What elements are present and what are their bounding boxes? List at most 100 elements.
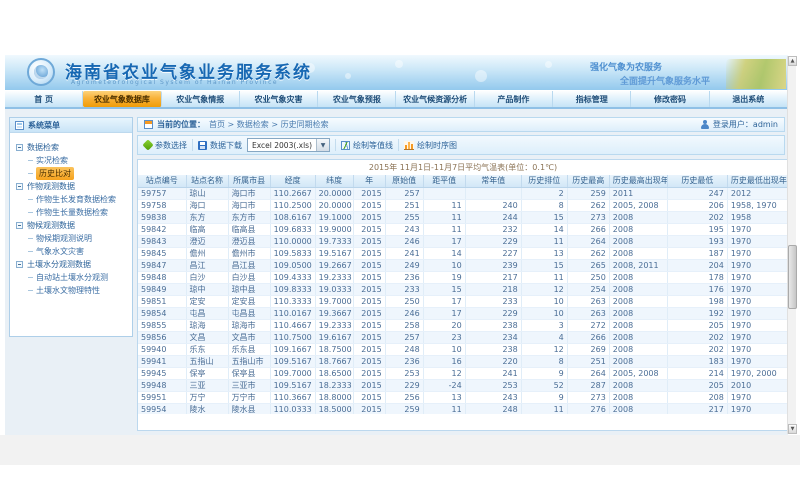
table-row[interactable]: 59948三亚三亚市109.516718.23332015229-2425352… xyxy=(138,379,788,391)
scrollbar-thumb[interactable] xyxy=(788,245,797,309)
table-cell: 9 xyxy=(521,367,567,379)
table-cell: 192 xyxy=(667,307,727,319)
table-cell: 229 xyxy=(465,307,521,319)
nav-tab-10[interactable]: 退出系统 xyxy=(710,91,788,107)
draw-contour-button[interactable]: 绘制等值线 xyxy=(341,140,393,151)
param-select-button[interactable]: 参数选择 xyxy=(144,140,187,151)
table-cell: 183 xyxy=(667,355,727,367)
table-cell: 保亭县 xyxy=(228,367,270,379)
table-row[interactable]: 59838东方东方市108.616719.1000201525511244152… xyxy=(138,211,788,223)
collapse-icon[interactable] xyxy=(16,144,23,151)
column-header[interactable]: 年 xyxy=(353,175,385,187)
sidebar-item[interactable]: 历史比对 xyxy=(16,167,128,180)
table-row[interactable]: 59848白沙白沙县109.433319.2333201523619217112… xyxy=(138,271,788,283)
table-row[interactable]: 59941五指山五指山市109.516718.76672015236162208… xyxy=(138,355,788,367)
nav-tab-1[interactable]: 首 页 xyxy=(5,91,83,107)
table-cell xyxy=(465,187,521,199)
table-cell: 20.0000 xyxy=(315,199,353,211)
nav-tab-6[interactable]: 农业气候资源分析 xyxy=(396,91,474,107)
sidebar-item[interactable]: 作物生长量数据检索 xyxy=(16,206,128,219)
table-row[interactable]: 59849琼中琼中县109.833319.0333201523315218122… xyxy=(138,283,788,295)
scroll-up-icon[interactable]: ▲ xyxy=(788,56,797,66)
column-header[interactable]: 常年值 xyxy=(465,175,521,187)
table-row[interactable]: 59842临高临高县109.683319.9000201524311232142… xyxy=(138,223,788,235)
table-cell: 三亚 xyxy=(186,379,228,391)
sidebar-item[interactable]: 自动站土壤水分观测 xyxy=(16,271,128,284)
sidebar-item[interactable]: 物候期观测说明 xyxy=(16,232,128,245)
sidebar-item-label: 物候期观测说明 xyxy=(36,233,92,244)
table-row[interactable]: 59847昌江昌江县109.050019.2667201524910239152… xyxy=(138,259,788,271)
sidebar-item[interactable]: 气象水文灾害 xyxy=(16,245,128,258)
data-download-button[interactable]: 数据下载 xyxy=(198,140,242,151)
vertical-scrollbar[interactable]: ▲ ▼ xyxy=(787,56,796,434)
breadcrumb[interactable]: 首页 > 数据检索 > 历史同期检索 xyxy=(209,119,329,130)
table-row[interactable]: 59757琼山海口市110.266720.0000201525722592011… xyxy=(138,187,788,199)
table-cell: 59856 xyxy=(138,331,186,343)
column-header[interactable]: 站点编号 xyxy=(138,175,186,187)
table-row[interactable]: 59856文昌文昌市110.750019.6167201525723234426… xyxy=(138,331,788,343)
table-row[interactable]: 59945保亭保亭县109.700018.6500201525312241926… xyxy=(138,367,788,379)
table-cell: 248 xyxy=(385,343,423,355)
table-cell: 265 xyxy=(567,259,609,271)
sidebar-item[interactable]: 实况检索 xyxy=(16,154,128,167)
sidebar-item[interactable]: 土壤水文物理特性 xyxy=(16,284,128,297)
sidebar-group[interactable]: 数据检索 xyxy=(16,141,128,154)
table-cell: 247 xyxy=(667,187,727,199)
column-header[interactable]: 站点名称 xyxy=(186,175,228,187)
table-row[interactable]: 59758海口海口市110.250020.0000201525111240826… xyxy=(138,199,788,211)
table-cell: 234 xyxy=(465,331,521,343)
nav-tab-5[interactable]: 农业气象预报 xyxy=(318,91,396,107)
sidebar-group[interactable]: 作物观测数据 xyxy=(16,180,128,193)
table-row[interactable]: 59855琼海琼海市110.466719.2333201525820238327… xyxy=(138,319,788,331)
table-row[interactable]: 59854屯昌屯昌县110.016719.3667201524617229102… xyxy=(138,307,788,319)
column-header[interactable]: 历史最高出现年份 xyxy=(609,175,667,187)
sidebar-group[interactable]: 土壤水分观测数据 xyxy=(16,258,128,271)
draw-timeseries-button[interactable]: 绘制时序图 xyxy=(404,140,457,151)
table-cell: 249 xyxy=(385,259,423,271)
sidebar-item[interactable]: 作物生长发育数据检索 xyxy=(16,193,128,206)
table-row[interactable]: 59940乐东乐东县109.166718.7500201524810238122… xyxy=(138,343,788,355)
table-cell: 1970 xyxy=(727,271,788,283)
table-cell xyxy=(423,187,465,199)
table-row[interactable]: 59951万宁万宁市110.366718.8000201525613243927… xyxy=(138,391,788,403)
table-cell: 109.1667 xyxy=(270,343,315,355)
column-header[interactable]: 纬度 xyxy=(315,175,353,187)
column-header[interactable]: 历史最高 xyxy=(567,175,609,187)
table-cell: 19.7333 xyxy=(315,235,353,247)
column-header[interactable]: 历史最低出现年份 xyxy=(727,175,788,187)
table-cell: 59847 xyxy=(138,259,186,271)
table-cell: 18.8000 xyxy=(315,391,353,403)
banner: 海南省农业气象业务服务系统 Agrometeorological System … xyxy=(5,55,788,90)
scroll-down-icon[interactable]: ▼ xyxy=(788,424,797,434)
column-header[interactable]: 距平值 xyxy=(423,175,465,187)
column-header[interactable]: 原始值 xyxy=(385,175,423,187)
table-row[interactable]: 59843澄迈澄迈县110.000019.7333201524617229112… xyxy=(138,235,788,247)
table-row[interactable]: 59851定安定安县110.333319.7000201525017233102… xyxy=(138,295,788,307)
nav-tab-3[interactable]: 农业气象情报 xyxy=(162,91,240,107)
nav-tab-2[interactable]: 农业气象数据库 xyxy=(83,91,161,107)
nav-tab-8[interactable]: 指标管理 xyxy=(553,91,631,107)
table-scroll-region[interactable]: 站点编号站点名称所属市县经度纬度年原始值距平值常年值历史排位历史最高历史最高出现… xyxy=(138,175,788,414)
table-cell: 110.2500 xyxy=(270,199,315,211)
table-cell: 3 xyxy=(521,319,567,331)
collapse-icon[interactable] xyxy=(16,261,23,268)
nav-tab-9[interactable]: 修改密码 xyxy=(631,91,709,107)
collapse-icon[interactable] xyxy=(16,183,23,190)
nav-tab-4[interactable]: 农业气象灾害 xyxy=(240,91,318,107)
column-header[interactable]: 历史最低 xyxy=(667,175,727,187)
table-row[interactable]: 59845儋州儋州市109.583319.5167201524114227132… xyxy=(138,247,788,259)
table-cell: 256 xyxy=(385,391,423,403)
column-header[interactable]: 所属市县 xyxy=(228,175,270,187)
table-cell: 14 xyxy=(423,247,465,259)
table-cell: 2015 xyxy=(353,271,385,283)
sidebar-group[interactable]: 物候观测数据 xyxy=(16,219,128,232)
main-column: 当前的位置： 首页 > 数据检索 > 历史同期检索 登录用户：admin 参数选… xyxy=(137,111,785,435)
column-header[interactable]: 经度 xyxy=(270,175,315,187)
table-cell: 儋州市 xyxy=(228,247,270,259)
toolbar-divider xyxy=(335,139,336,151)
export-format-select[interactable]: Excel 2003(.xls) ▼ xyxy=(247,138,330,152)
nav-tab-7[interactable]: 产品制作 xyxy=(475,91,553,107)
collapse-icon[interactable] xyxy=(16,222,23,229)
table-row[interactable]: 59954陵水陵水县110.033318.5000201525911248112… xyxy=(138,403,788,414)
column-header[interactable]: 历史排位 xyxy=(521,175,567,187)
